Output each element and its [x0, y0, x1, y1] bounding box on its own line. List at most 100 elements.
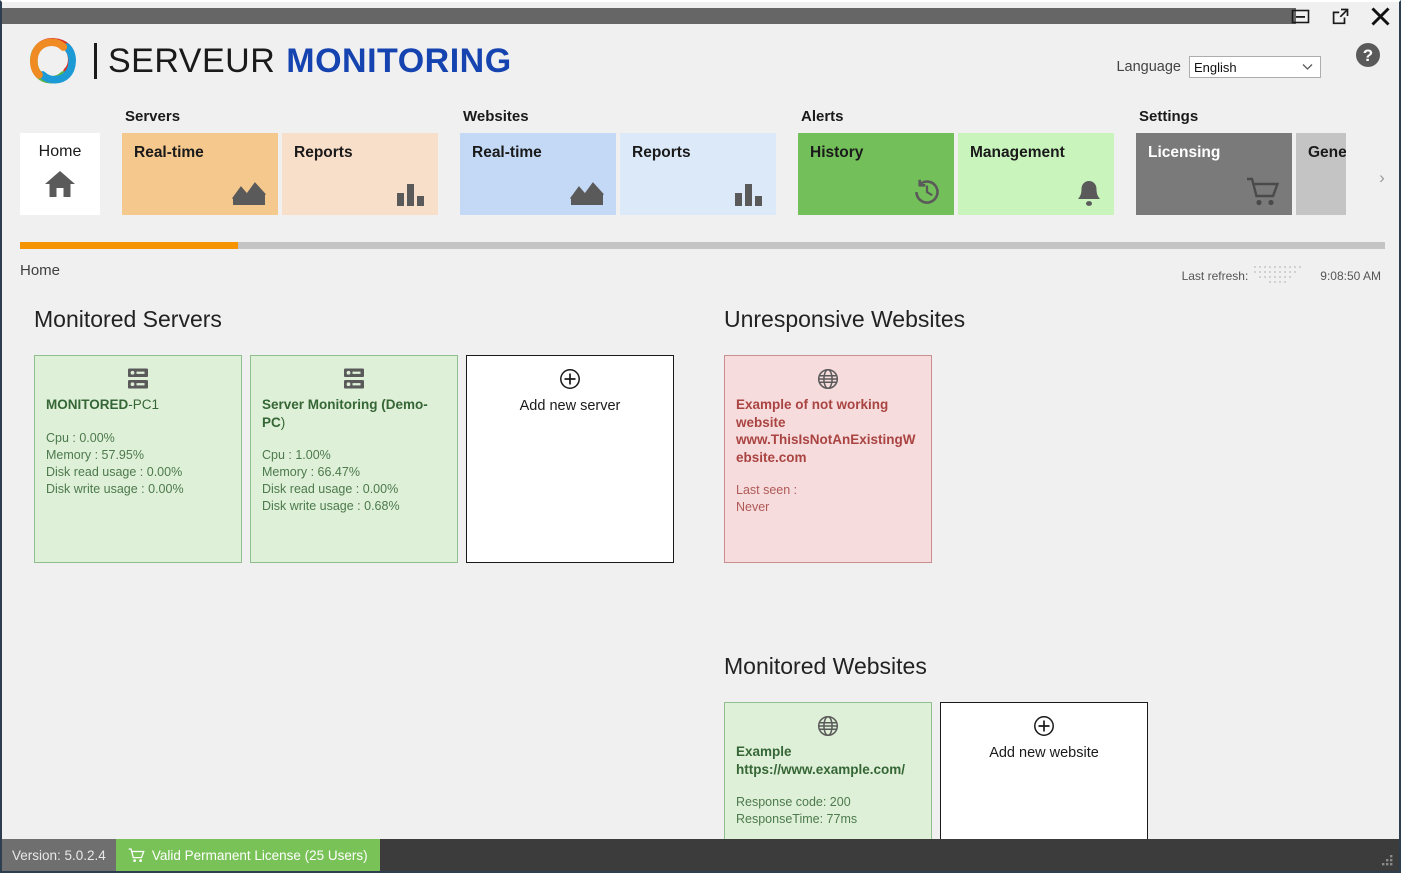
nav-tile-label: Management	[970, 144, 1065, 162]
application-window: SERVEURMONITORING Language English ?	[0, 0, 1401, 873]
nav-tile-home[interactable]: Home	[20, 133, 100, 215]
monitored-websites-cards: Example https://www.example.com/ Respons…	[724, 702, 1324, 843]
nav-tile-settings-general[interactable]: Gene	[1296, 133, 1346, 215]
nav-tile-label: Real-time	[472, 144, 542, 162]
chart-area-icon	[570, 181, 604, 207]
unresponsive-website-stats: Last seen : Never	[736, 482, 920, 516]
nav-tile-label: Reports	[632, 144, 691, 162]
bar-chart-icon	[396, 181, 426, 207]
nav-tile-websites-realtime[interactable]: Real-time	[460, 133, 616, 215]
nav-tile-websites-reports[interactable]: Reports	[620, 133, 776, 215]
website-stat: Response code: 200	[736, 794, 920, 811]
language-label: Language	[1116, 59, 1181, 75]
nav-group-servers: Servers Real-time Reports	[122, 106, 438, 215]
section-title-monitored-websites: Monitored Websites	[724, 653, 1324, 680]
nav-scroll-right-icon[interactable]: ›	[1371, 163, 1393, 193]
brand-title: SERVEURMONITORING	[108, 42, 512, 81]
nav-tile-settings-licensing[interactable]: Licensing	[1136, 133, 1292, 215]
globe-icon	[736, 713, 920, 739]
nav-groups: Home Servers Real-time	[20, 106, 1346, 215]
cart-icon	[128, 848, 145, 863]
license-label: Valid Permanent License (25 Users)	[152, 848, 368, 863]
globe-icon	[736, 366, 920, 392]
server-stat: Cpu : 0.00%	[46, 430, 230, 447]
nav-tile-label: Gene	[1308, 144, 1346, 162]
resize-grip-icon[interactable]	[1380, 853, 1394, 867]
server-icon	[262, 366, 446, 392]
nav-tile-servers-realtime[interactable]: Real-time	[122, 133, 278, 215]
nav-group-settings: Settings Licensing Gene	[1136, 106, 1346, 215]
breadcrumb: Home	[20, 262, 60, 279]
monitored-servers-section: Monitored Servers MONITORED-PC1	[34, 306, 694, 563]
license-status-button[interactable]: Valid Permanent License (25 Users)	[116, 839, 380, 871]
nav-tile-servers-reports[interactable]: Reports	[282, 133, 438, 215]
main-content: Monitored Servers MONITORED-PC1	[2, 292, 1399, 843]
nav-group-alerts: Alerts History Management	[798, 106, 1114, 215]
add-new-website-label: Add new website	[952, 745, 1136, 761]
server-card[interactable]: MONITORED-PC1 Cpu : 0.00% Memory : 57.95…	[34, 355, 242, 563]
nav-group-title-servers: Servers	[122, 106, 438, 128]
add-new-website-card[interactable]: Add new website	[940, 702, 1148, 843]
language-selector: Language English	[1116, 56, 1321, 78]
window-controls	[1287, 2, 1393, 30]
server-stat: Disk write usage : 0.00%	[46, 481, 230, 498]
language-dropdown[interactable]: English	[1189, 56, 1321, 78]
website-card-stats: Response code: 200 ResponseTime: 77ms	[736, 794, 920, 828]
logo-icon	[24, 32, 82, 90]
nav-group-title-settings: Settings	[1136, 106, 1346, 128]
breadcrumb-bar: Home Last refresh:	[2, 254, 1399, 292]
plus-circle-icon	[478, 366, 662, 392]
close-icon[interactable]	[1367, 4, 1393, 28]
nav-tile-label-home: Home	[39, 143, 82, 161]
server-card-name-bold: MONITORED	[46, 397, 128, 412]
nav-tile-label: Real-time	[134, 144, 204, 162]
help-icon[interactable]: ?	[1355, 42, 1381, 68]
bell-icon	[1076, 179, 1102, 207]
add-new-server-label: Add new server	[478, 398, 662, 414]
nav-tile-alerts-management[interactable]: Management	[958, 133, 1114, 215]
server-stat: Disk write usage : 0.68%	[262, 498, 446, 515]
nav-group-websites: Websites Real-time Reports	[460, 106, 776, 215]
last-refresh-label: Last refresh:	[1182, 269, 1249, 283]
brand-title-second: MONITORING	[286, 42, 511, 80]
app-header: SERVEURMONITORING Language English ?	[2, 30, 1399, 106]
unresponsive-websites-cards: Example of not working website www.ThisI…	[724, 355, 1324, 563]
last-refresh-time: 9:08:50 AM	[1320, 269, 1381, 283]
unresponsive-website-stat: Never	[736, 499, 920, 516]
server-card-stats: Cpu : 1.00% Memory : 66.47% Disk read us…	[262, 447, 446, 515]
title-bar-drag-area[interactable]	[2, 8, 1296, 24]
websites-column: Unresponsive Websites Example of not wor…	[724, 306, 1324, 843]
server-card-name-rest: )	[281, 415, 286, 430]
unresponsive-websites-section: Unresponsive Websites Example of not wor…	[724, 306, 1324, 563]
server-card[interactable]: Server Monitoring (Demo-PC) Cpu : 1.00% …	[250, 355, 458, 563]
brand-logo: SERVEURMONITORING	[24, 32, 512, 90]
home-icon	[44, 169, 76, 199]
nav-tile-label: History	[810, 144, 863, 162]
chart-area-icon	[232, 181, 266, 207]
nav-group-title-websites: Websites	[460, 106, 776, 128]
unresponsive-website-name: Example of not working website www.ThisI…	[736, 396, 920, 466]
last-refresh-info: Last refresh:	[1182, 264, 1381, 288]
website-card-name: Example https://www.example.com/	[736, 743, 920, 778]
server-icon	[46, 366, 230, 392]
unresponsive-website-card[interactable]: Example of not working website www.ThisI…	[724, 355, 932, 563]
server-card-name: MONITORED-PC1	[46, 396, 230, 414]
website-stat: ResponseTime: 77ms	[736, 811, 920, 828]
title-bar	[2, 2, 1399, 30]
section-title-monitored-servers: Monitored Servers	[34, 306, 694, 333]
restore-icon[interactable]	[1327, 4, 1353, 28]
svg-text:?: ?	[1363, 46, 1373, 65]
server-stat: Memory : 57.95%	[46, 447, 230, 464]
logo-divider	[94, 43, 97, 79]
monitored-websites-section: Monitored Websites Example https://www.e…	[724, 653, 1324, 843]
minimize-icon[interactable]	[1287, 4, 1313, 28]
nav-tile-alerts-history[interactable]: History	[798, 133, 954, 215]
server-card-name-bold: Server Monitoring (Demo-PC	[262, 397, 428, 430]
nav-group-title-alerts: Alerts	[798, 106, 1114, 128]
server-card-name: Server Monitoring (Demo-PC)	[262, 396, 446, 431]
add-new-server-card[interactable]: Add new server	[466, 355, 674, 563]
status-bar: Version: 5.0.2.4 Valid Permanent License…	[2, 839, 1399, 871]
language-value: English	[1194, 60, 1237, 75]
server-stat: Disk read usage : 0.00%	[46, 464, 230, 481]
website-card[interactable]: Example https://www.example.com/ Respons…	[724, 702, 932, 843]
